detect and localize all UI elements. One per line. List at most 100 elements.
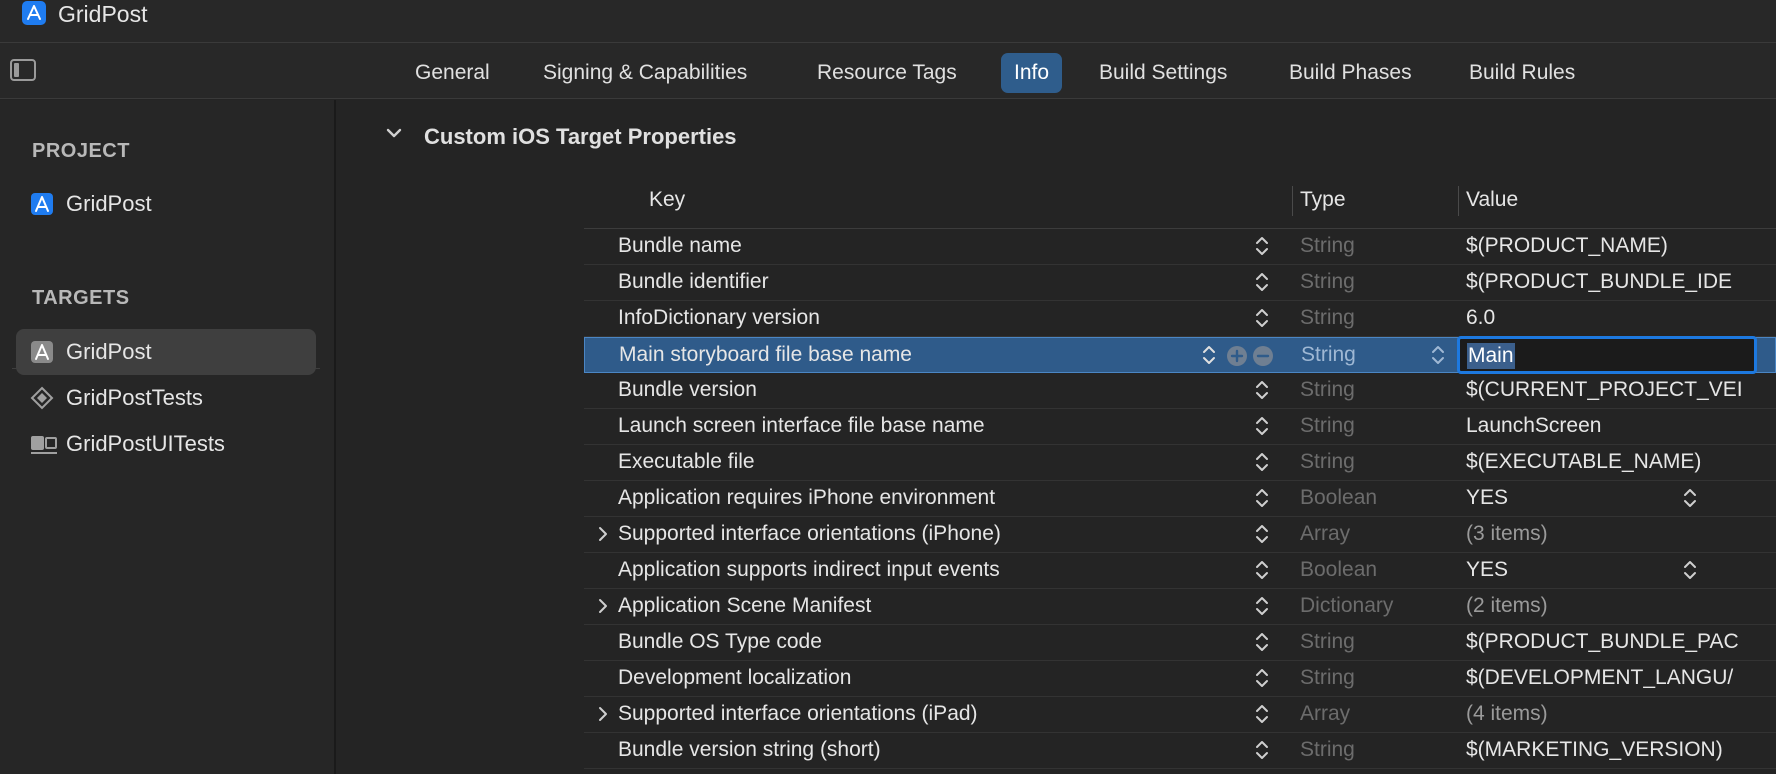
row-value[interactable]: $(EXECUTABLE_NAME) — [1466, 445, 1756, 479]
row-type: String — [1300, 270, 1355, 293]
tab-info[interactable]: Info — [1001, 53, 1063, 93]
row-type: String — [1300, 414, 1355, 437]
table-row[interactable]: InfoDictionary version String 6.0 — [584, 301, 1776, 337]
chevron-right-icon[interactable] — [596, 704, 610, 724]
tab-general[interactable]: General — [402, 53, 503, 93]
row-key: Executable file — [618, 450, 755, 473]
row-key: Bundle identifier — [618, 270, 769, 293]
row-key: Application requires iPhone environment — [618, 486, 996, 509]
row-type: Array — [1300, 522, 1351, 545]
table-row[interactable]: Application supports indirect input even… — [584, 553, 1776, 589]
window-title: GridPost — [58, 1, 148, 27]
sidebar-item-project[interactable]: GridPost — [16, 181, 316, 227]
row-key: Main storyboard file base name — [619, 343, 912, 366]
key-popup-chevrons-icon[interactable] — [1254, 738, 1270, 762]
row-value[interactable]: $(CURRENT_PROJECT_VEI — [1466, 373, 1756, 407]
table-row[interactable]: Supported interface orientations (iPad) … — [584, 697, 1776, 733]
row-value[interactable]: YES — [1466, 553, 1756, 587]
table-row[interactable]: Application requires iPhone environment … — [584, 481, 1776, 517]
row-key: InfoDictionary version — [618, 306, 820, 329]
row-type: Dictionary — [1300, 594, 1394, 617]
key-popup-chevrons-icon[interactable] — [1254, 234, 1270, 258]
key-popup-chevrons-icon[interactable] — [1201, 343, 1217, 367]
row-type: Array — [1300, 702, 1351, 725]
chevron-down-icon[interactable] — [386, 124, 402, 147]
app-target-icon — [30, 340, 54, 364]
row-value[interactable]: $(MARKETING_VERSION) — [1466, 733, 1756, 767]
table-row[interactable]: Supported interface orientations (iPhone… — [584, 517, 1776, 553]
sidebar-item-target-tests[interactable]: GridPostTests — [16, 375, 316, 421]
table-row[interactable]: Bundle version String $(CURRENT_PROJECT_… — [584, 373, 1776, 409]
tab-build-phases[interactable]: Build Phases — [1276, 53, 1425, 93]
editor-tab-bar: General Signing & Capabilities Resource … — [0, 43, 1776, 99]
type-popup-chevrons-icon[interactable] — [1430, 343, 1446, 367]
row-key: Bundle version string (short) — [618, 738, 881, 761]
row-value[interactable]: 6.0 — [1466, 301, 1756, 335]
row-value[interactable]: $(DEVELOPMENT_LANGU/ — [1466, 661, 1756, 695]
table-row[interactable]: Launch screen interface file base name S… — [584, 409, 1776, 445]
key-popup-chevrons-icon[interactable] — [1254, 702, 1270, 726]
row-value[interactable]: $(PRODUCT_BUNDLE_PAC — [1466, 625, 1756, 659]
chevron-right-icon[interactable] — [596, 596, 610, 616]
sidebar-item-target-uitests[interactable]: GridPostUITests — [16, 421, 316, 467]
table-row[interactable]: Development localization String $(DEVELO… — [584, 661, 1776, 697]
key-popup-chevrons-icon[interactable] — [1254, 486, 1270, 510]
sidebar-item-label: GridPost — [66, 191, 152, 216]
tab-resource-tags[interactable]: Resource Tags — [804, 53, 970, 93]
row-key: Bundle version — [618, 378, 757, 401]
row-key: Application supports indirect input even… — [618, 558, 1000, 581]
column-header-key[interactable]: Key — [649, 176, 685, 224]
column-separator[interactable] — [1292, 186, 1293, 216]
value-popup-chevrons-icon[interactable] — [1682, 486, 1698, 510]
value-edit-text[interactable]: Main — [1467, 343, 1515, 369]
row-type: String — [1300, 378, 1355, 401]
key-popup-chevrons-icon[interactable] — [1254, 522, 1270, 546]
row-type: String — [1300, 450, 1355, 473]
key-popup-chevrons-icon[interactable] — [1254, 270, 1270, 294]
sidebar-item-label: GridPostUITests — [66, 431, 225, 456]
row-value[interactable]: LaunchScreen — [1466, 409, 1756, 443]
value-edit-field[interactable]: Main — [1457, 336, 1757, 374]
key-popup-chevrons-icon[interactable] — [1254, 666, 1270, 690]
row-value[interactable]: YES — [1466, 481, 1756, 515]
tab-build-settings[interactable]: Build Settings — [1086, 53, 1240, 93]
key-popup-chevrons-icon[interactable] — [1254, 594, 1270, 618]
column-separator[interactable] — [1458, 186, 1459, 216]
chevron-right-icon[interactable] — [596, 524, 610, 544]
table-row[interactable]: Application Scene Manifest Dictionary (2… — [584, 589, 1776, 625]
sidebar-item-label: GridPost — [66, 339, 152, 364]
key-popup-chevrons-icon[interactable] — [1254, 450, 1270, 474]
key-popup-chevrons-icon[interactable] — [1254, 378, 1270, 402]
section-title: Custom iOS Target Properties — [424, 124, 737, 149]
remove-row-icon[interactable] — [1253, 346, 1273, 366]
sidebar-toggle-icon[interactable] — [10, 59, 36, 81]
key-popup-chevrons-icon[interactable] — [1254, 414, 1270, 438]
title-bar: GridPost — [0, 0, 1776, 43]
row-value: (4 items) — [1466, 702, 1548, 725]
table-row[interactable]: Executable file String $(EXECUTABLE_NAME… — [584, 445, 1776, 481]
add-row-icon[interactable] — [1227, 346, 1247, 366]
row-type: String — [1300, 666, 1355, 689]
row-value[interactable]: $(PRODUCT_NAME) — [1466, 229, 1756, 263]
tab-signing-capabilities[interactable]: Signing & Capabilities — [530, 53, 760, 93]
row-type: Boolean — [1300, 486, 1378, 509]
table-row[interactable]: Bundle name String $(PRODUCT_NAME) — [584, 229, 1776, 265]
row-type: String — [1300, 234, 1355, 257]
table-row[interactable]: Bundle identifier String $(PRODUCT_BUNDL… — [584, 265, 1776, 301]
value-popup-chevrons-icon[interactable] — [1682, 558, 1698, 582]
unit-test-icon — [30, 386, 54, 410]
key-popup-chevrons-icon[interactable] — [1254, 558, 1270, 582]
key-popup-chevrons-icon[interactable] — [1254, 630, 1270, 654]
column-header-type[interactable]: Type — [1300, 176, 1346, 224]
row-type: Boolean — [1300, 558, 1378, 581]
app-icon — [22, 1, 46, 25]
table-row[interactable]: Bundle version string (short) String $(M… — [584, 733, 1776, 769]
row-value: (3 items) — [1466, 522, 1548, 545]
sidebar-item-target-gridpost[interactable]: GridPost — [16, 329, 316, 375]
table-row[interactable]: Bundle OS Type code String $(PRODUCT_BUN… — [584, 625, 1776, 661]
key-popup-chevrons-icon[interactable] — [1254, 306, 1270, 330]
tab-build-rules[interactable]: Build Rules — [1456, 53, 1588, 93]
column-header-value[interactable]: Value — [1466, 176, 1518, 224]
table-row-selected[interactable]: Main storyboard file base name String Ma… — [584, 336, 1776, 374]
row-value[interactable]: $(PRODUCT_BUNDLE_IDE — [1466, 265, 1756, 299]
